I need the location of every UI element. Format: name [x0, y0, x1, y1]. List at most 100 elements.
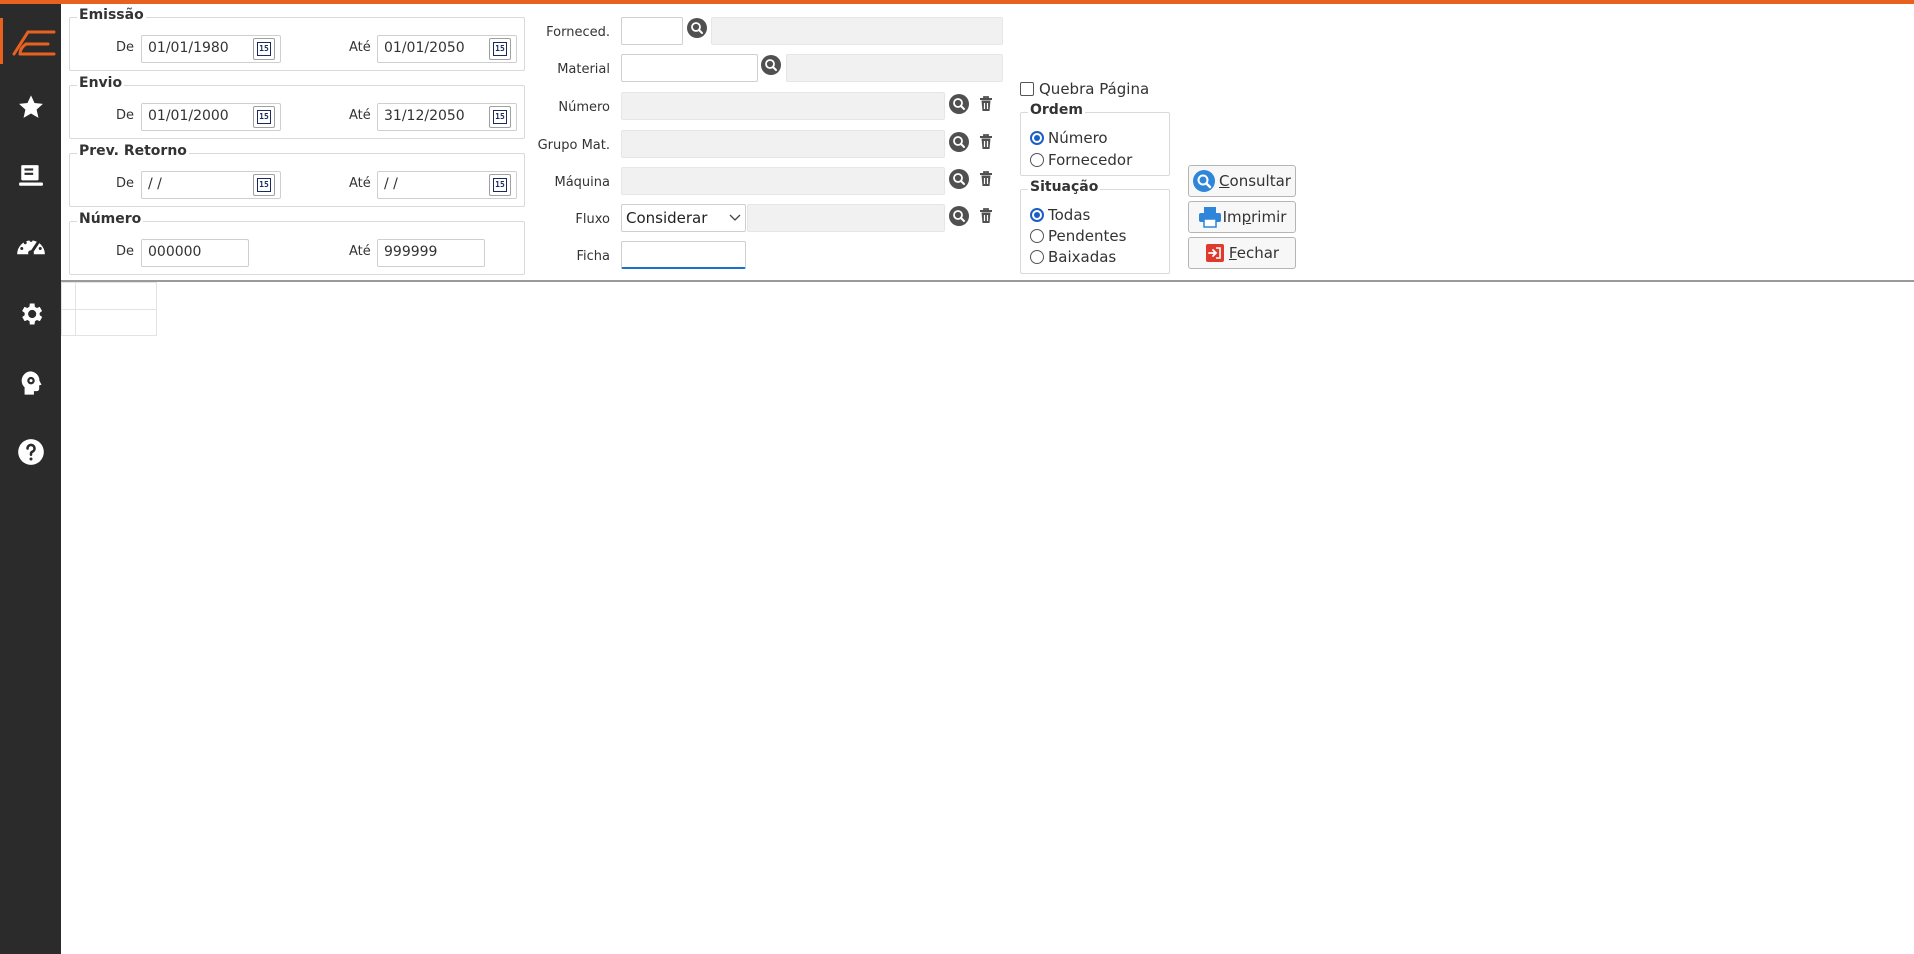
- emissao-de-calendar-button[interactable]: 15: [253, 38, 275, 60]
- settings-button[interactable]: [14, 297, 48, 331]
- calendar-icon: 15: [493, 110, 507, 124]
- numero-label: Número: [558, 100, 610, 115]
- forneced-code-input[interactable]: [621, 17, 683, 45]
- sidebar: [0, 4, 61, 954]
- grid-cell[interactable]: [75, 282, 157, 310]
- numero-trash-icon[interactable]: [976, 94, 996, 114]
- fluxo-list-input: [747, 204, 945, 232]
- emissao-group: Emissão De 01/01/1980 15 Até 01/01/2050 …: [69, 7, 525, 71]
- envio-de-calendar-button[interactable]: 15: [253, 106, 275, 128]
- material-code-input[interactable]: [621, 54, 758, 82]
- filter-panel: Emissão De 01/01/1980 15 Até 01/01/2050 …: [61, 4, 1914, 282]
- quebra-pagina-checkbox[interactable]: Quebra Página: [1020, 80, 1149, 98]
- chevron-down-icon: [729, 214, 741, 221]
- monitor-icon: [19, 165, 43, 186]
- fluxo-trash-icon[interactable]: [976, 206, 996, 226]
- ordem-fornecedor-label: Fornecedor: [1048, 151, 1133, 169]
- material-description-input: [786, 54, 1003, 82]
- situacao-pendentes-label: Pendentes: [1048, 227, 1127, 245]
- forneced-search-icon[interactable]: [687, 18, 707, 38]
- numero-group-title: Número: [77, 211, 144, 227]
- imprimir-label: Imprimir: [1222, 208, 1287, 226]
- situacao-baixadas-label: Baixadas: [1048, 248, 1117, 266]
- numero-list-input: [621, 92, 945, 120]
- material-label: Material: [557, 62, 610, 77]
- radio-selected-indicator: [1030, 131, 1044, 145]
- calendar-icon: 15: [257, 42, 271, 56]
- main-content: Emissão De 01/01/1980 15 Até 01/01/2050 …: [61, 4, 1914, 954]
- numero-group: Número De 000000 Até 999999: [69, 211, 525, 275]
- favorites-button[interactable]: [14, 90, 48, 124]
- dashboard-button[interactable]: [14, 228, 48, 262]
- prev-retorno-ate-calendar-button[interactable]: 15: [489, 174, 511, 196]
- material-search-icon[interactable]: [761, 55, 781, 75]
- ordem-numero-radio[interactable]: Número: [1030, 129, 1108, 147]
- envio-group: Envio De 01/01/2000 15 Até 31/12/2050 15: [69, 75, 525, 139]
- ordem-fornecedor-radio[interactable]: Fornecedor: [1030, 151, 1132, 169]
- fluxo-search-icon[interactable]: [949, 206, 969, 226]
- radio-indicator: [1030, 250, 1044, 264]
- ordem-numero-label: Número: [1048, 129, 1108, 147]
- prev-retorno-de-calendar-button[interactable]: 15: [253, 174, 275, 196]
- radio-indicator: [1030, 229, 1044, 243]
- maquina-search-icon[interactable]: [949, 169, 969, 189]
- screens-button[interactable]: [14, 159, 48, 193]
- checkbox-box: [1020, 82, 1034, 96]
- emissao-ate-label: Até: [349, 40, 371, 55]
- printer-icon: [1198, 207, 1221, 228]
- calendar-icon: 15: [257, 110, 271, 124]
- help-icon: [18, 439, 44, 465]
- fechar-button[interactable]: Fechar: [1188, 237, 1296, 269]
- calendar-icon: 15: [257, 178, 271, 192]
- help-button[interactable]: [14, 435, 48, 469]
- prev-retorno-group: Prev. Retorno De / / 15 Até / / 15: [69, 143, 525, 207]
- situacao-todas-radio[interactable]: Todas: [1030, 206, 1090, 224]
- prev-retorno-title: Prev. Retorno: [77, 143, 189, 159]
- dashboard-icon: [17, 238, 45, 256]
- intelligence-button[interactable]: [14, 366, 48, 400]
- emissao-ate-calendar-button[interactable]: 15: [489, 38, 511, 60]
- numero-de-input[interactable]: 000000: [141, 239, 249, 267]
- forneced-label: Forneced.: [546, 25, 610, 40]
- grid-cell[interactable]: [75, 309, 157, 336]
- grid-row-header: [61, 309, 76, 336]
- exit-icon: [1205, 244, 1224, 262]
- calendar-icon: 15: [493, 178, 507, 192]
- maquina-label: Máquina: [554, 175, 611, 190]
- fluxo-label: Fluxo: [575, 212, 610, 227]
- situacao-baixadas-radio[interactable]: Baixadas: [1030, 248, 1116, 266]
- numero-ate-input[interactable]: 999999: [377, 239, 485, 267]
- maquina-trash-icon[interactable]: [976, 169, 996, 189]
- numero-search-icon[interactable]: [949, 94, 969, 114]
- grupo-mat-search-icon[interactable]: [949, 132, 969, 152]
- search-icon: [1193, 170, 1216, 192]
- ficha-input[interactable]: [621, 241, 746, 269]
- grupo-mat-trash-icon[interactable]: [976, 132, 996, 152]
- situacao-pendentes-radio[interactable]: Pendentes: [1030, 227, 1126, 245]
- prev-retorno-de-label: De: [116, 176, 135, 191]
- fluxo-select[interactable]: Considerar: [621, 204, 746, 232]
- envio-de-label: De: [116, 108, 135, 123]
- app-logo[interactable]: [0, 18, 61, 64]
- grupo-mat-list-input: [621, 130, 945, 158]
- gear-icon: [22, 303, 43, 325]
- consultar-button[interactable]: Consultar: [1188, 165, 1296, 197]
- situacao-title: Situação: [1028, 179, 1101, 195]
- envio-title: Envio: [77, 75, 125, 91]
- logo-icon: [12, 30, 56, 56]
- star-icon: [19, 95, 43, 118]
- imprimir-button[interactable]: Imprimir: [1188, 201, 1296, 233]
- envio-ate-calendar-button[interactable]: 15: [489, 106, 511, 128]
- grid-row-header: [61, 282, 76, 310]
- ordem-group: Ordem Número Fornecedor: [1020, 102, 1170, 176]
- situacao-group: Situação Todas Pendentes Baixadas: [1020, 179, 1170, 274]
- forneced-description-input: [711, 17, 1003, 45]
- envio-ate-label: Até: [349, 108, 371, 123]
- logo-accent-bar: [0, 18, 3, 64]
- brain-gear-icon: [21, 371, 42, 395]
- quebra-pagina-label: Quebra Página: [1039, 80, 1150, 98]
- emissao-de-label: De: [116, 40, 135, 55]
- radio-indicator: [1030, 153, 1044, 167]
- consultar-label: Consultar: [1219, 172, 1291, 190]
- fechar-label: Fechar: [1228, 244, 1280, 262]
